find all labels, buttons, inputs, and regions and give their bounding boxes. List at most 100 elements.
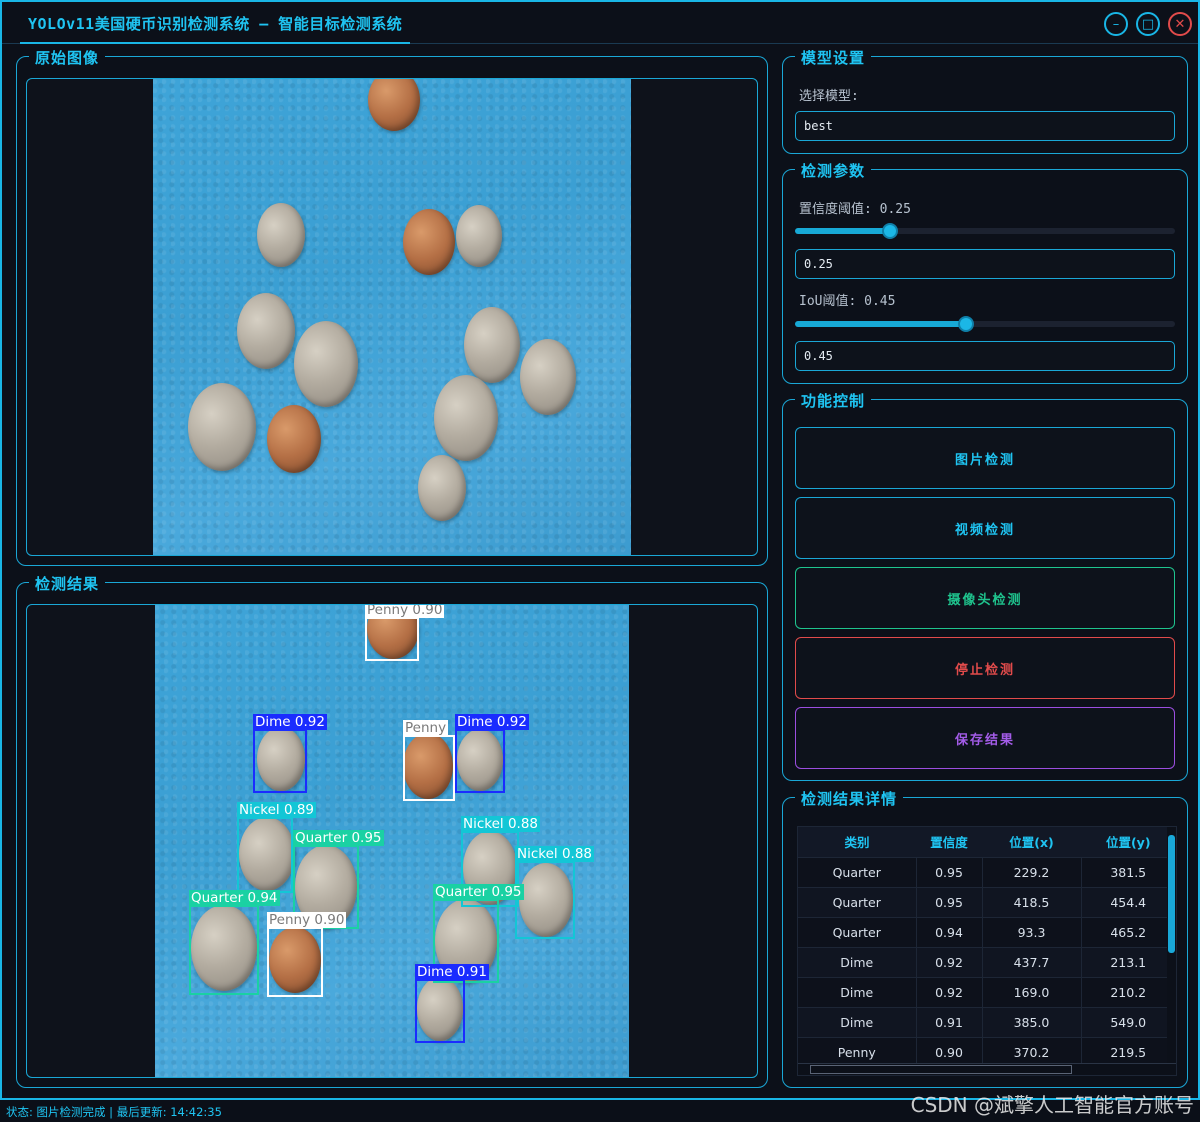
vertical-scrollbar-thumb[interactable] [1168, 835, 1175, 953]
table-cell: 0.92 [916, 977, 983, 1008]
original-image-title: 原始图像 [29, 47, 106, 68]
title-underline [20, 42, 410, 44]
confidence-slider-thumb[interactable] [882, 223, 898, 239]
select-model-label: 选择模型: [799, 89, 859, 104]
detection-box: Dime 0.92 [455, 714, 529, 793]
iou-label: IoU阈值: 0.45 [799, 294, 896, 309]
table-cell: 0.92 [916, 947, 983, 978]
detection-label: Quarter 0.94 [189, 890, 280, 906]
horizontal-scrollbar-thumb[interactable] [810, 1065, 1072, 1074]
table-cell: 454.4 [1081, 887, 1176, 918]
table-cell: Dime [798, 1007, 917, 1038]
model-select[interactable]: best [795, 111, 1175, 141]
table-cell: 0.91 [916, 1007, 983, 1038]
iou-slider[interactable] [795, 316, 1175, 332]
detection-box: Dime 0.91 [415, 964, 489, 1043]
model-settings-title: 模型设置 [795, 47, 872, 68]
detection-box: Nickel 0.88 [515, 846, 595, 939]
detection-box: Penny 0.90 [267, 912, 347, 997]
detection-box: Nickel 0.89 [237, 802, 317, 893]
table-cell: 229.2 [982, 857, 1082, 888]
details-table: 类别 置信度 位置(x) 位置(y) Quarter 0.95 229.2 381.5… [798, 827, 1176, 1068]
detection-label: Nickel 0.88 [461, 816, 541, 832]
image-detect-button[interactable]: 图片检测 [795, 427, 1175, 489]
table-row[interactable]: Quarter 0.94 93.3 465.2 [798, 917, 1176, 948]
iou-slider-fill [795, 321, 966, 327]
detection-label: Dime 0.92 [455, 714, 529, 730]
result-image-frame: Penny 0.90 Dime 0.92 Penny Dime 0.92 Nickel … [26, 604, 758, 1078]
table-cell: Dime [798, 947, 917, 978]
detection-label: Nickel 0.88 [515, 846, 595, 862]
table-cell: 210.2 [1081, 977, 1176, 1008]
detection-label: Dime 0.92 [253, 714, 327, 730]
table-cell: Quarter [798, 887, 917, 918]
confidence-input[interactable]: 0.25 [795, 249, 1175, 279]
original-image-panel: 原始图像 [16, 47, 768, 566]
detection-label: Dime 0.91 [415, 964, 489, 980]
camera-detect-button[interactable]: 摄像头检测 [795, 567, 1175, 629]
table-cell: 385.0 [982, 1007, 1082, 1038]
detection-params-panel: 检测参数 置信度阈值: 0.25 0.25 IoU阈值: 0.45 0.45 [782, 160, 1188, 384]
detection-label: Penny [403, 720, 449, 736]
table-cell: Quarter [798, 857, 917, 888]
table-cell: 549.0 [1081, 1007, 1176, 1038]
column-header-y[interactable]: 位置(y) [1081, 827, 1176, 858]
confidence-label: 置信度阈值: 0.25 [799, 202, 911, 217]
detection-details-panel: 检测结果详情 类别 置信度 位置(x) 位置(y) Quarter 0.95 229… [782, 788, 1188, 1088]
close-button[interactable]: ✕ [1168, 12, 1192, 36]
stop-detect-button[interactable]: 停止检测 [795, 637, 1175, 699]
table-cell: 169.0 [982, 977, 1082, 1008]
title-bar: YOLOv11美国硬币识别检测系统 – 智能目标检测系统 – □ ✕ [2, 2, 1198, 44]
table-cell: 437.7 [982, 947, 1082, 978]
table-row[interactable]: Quarter 0.95 418.5 454.4 [798, 887, 1176, 918]
vertical-scrollbar[interactable] [1167, 827, 1176, 1063]
detection-label: Penny 0.90 [267, 912, 347, 928]
original-coin-image [153, 79, 631, 555]
function-control-panel: 功能控制 图片检测 视频检测 摄像头检测 停止检测 保存结果 [782, 390, 1188, 781]
iou-input[interactable]: 0.45 [795, 341, 1175, 371]
table-cell: 93.3 [982, 917, 1082, 948]
function-control-title: 功能控制 [795, 390, 872, 411]
confidence-slider-fill [795, 228, 890, 234]
table-cell: 213.1 [1081, 947, 1176, 978]
column-header-confidence[interactable]: 置信度 [916, 827, 982, 858]
detection-label: Nickel 0.89 [237, 802, 317, 818]
watermark: CSDN @斌擎人工智能官方账号 [910, 1093, 1194, 1117]
table-cell: 465.2 [1081, 917, 1176, 948]
detection-result-title: 检测结果 [29, 573, 106, 594]
table-row[interactable]: Dime 0.91 385.0 549.0 [798, 1007, 1176, 1038]
app-window: YOLOv11美国硬币识别检测系统 – 智能目标检测系统 – □ ✕ 原始图像 [0, 0, 1200, 1100]
table-cell: Dime [798, 977, 917, 1008]
original-image-frame [26, 78, 758, 556]
detection-box: Penny [403, 720, 455, 801]
table-cell: 0.95 [916, 887, 983, 918]
iou-slider-thumb[interactable] [958, 316, 974, 332]
detection-box: Quarter 0.94 [189, 890, 280, 995]
detection-details-title: 检测结果详情 [795, 788, 904, 809]
detection-label: Quarter 0.95 [293, 830, 384, 846]
table-cell: 0.94 [916, 917, 983, 948]
horizontal-scrollbar[interactable] [798, 1063, 1176, 1075]
detection-params-title: 检测参数 [795, 160, 872, 181]
table-cell: Quarter [798, 917, 917, 948]
table-row[interactable]: Dime 0.92 169.0 210.2 [798, 977, 1176, 1008]
table-cell: 0.95 [916, 857, 983, 888]
result-coin-image: Penny 0.90 Dime 0.92 Penny Dime 0.92 Nickel … [155, 605, 629, 1077]
detection-label: Penny 0.90 [365, 604, 445, 618]
column-header-x[interactable]: 位置(x) [982, 827, 1081, 858]
table-row[interactable]: Quarter 0.95 229.2 381.5 [798, 857, 1176, 888]
window-title: YOLOv11美国硬币识别检测系统 – 智能目标检测系统 [28, 15, 403, 33]
video-detect-button[interactable]: 视频检测 [795, 497, 1175, 559]
detection-box: Dime 0.92 [253, 714, 327, 793]
maximize-button[interactable]: □ [1136, 12, 1160, 36]
table-cell: 381.5 [1081, 857, 1176, 888]
details-table-container: 类别 置信度 位置(x) 位置(y) Quarter 0.95 229.2 381.5… [797, 826, 1177, 1076]
confidence-slider[interactable] [795, 223, 1175, 239]
model-settings-panel: 模型设置 选择模型: best [782, 47, 1188, 154]
minimize-button[interactable]: – [1104, 12, 1128, 36]
detection-box: Penny 0.90 [365, 605, 445, 661]
save-result-button[interactable]: 保存结果 [795, 707, 1175, 769]
column-header-class[interactable]: 类别 [798, 827, 916, 858]
table-row[interactable]: Dime 0.92 437.7 213.1 [798, 947, 1176, 978]
table-cell: 418.5 [982, 887, 1082, 918]
